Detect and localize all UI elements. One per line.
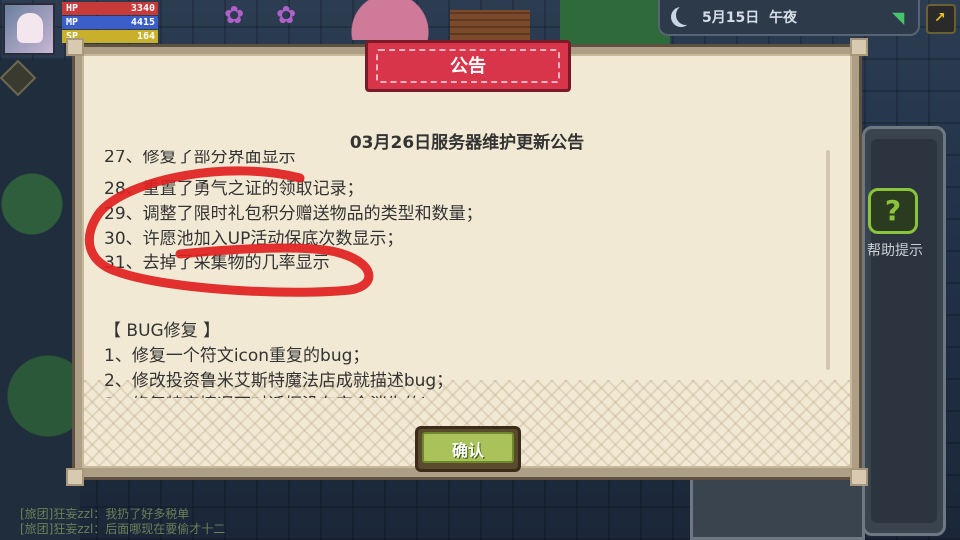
dialog-corner-deco <box>66 38 84 56</box>
bug-fix-heading: 【 BUG修复 】 <box>104 321 221 341</box>
mp-value: 4415 <box>130 17 155 28</box>
notice-content[interactable]: 27、修复了部分界面显示 28、重置了勇气之证的领取记录； 29、调整了限时礼包… <box>104 150 834 398</box>
help-label[interactable]: 帮助提示 <box>863 240 927 260</box>
date-time-panel: 5月15日 午夜 ◥ <box>658 0 920 36</box>
hp-value: 3340 <box>130 3 155 14</box>
wifi-icon: ◥ <box>892 8 905 27</box>
notice-line: 31、去掉了采集物的几率显示 <box>104 253 330 273</box>
mp-label: MP <box>66 17 79 28</box>
corner-menu-icon: ↗ <box>934 10 946 26</box>
background-blossom <box>330 0 450 40</box>
hp-label: HP <box>66 3 79 14</box>
dialog-corner-deco <box>850 468 868 486</box>
confirm-button-label: 确认 <box>451 441 484 460</box>
flower-icon: ✿ <box>276 1 297 29</box>
notice-line: 3、修复特定情况下对话框没有完全消失的bug； <box>104 390 470 398</box>
notice-scrollbar[interactable] <box>826 150 830 370</box>
sp-value: 164 <box>136 31 155 42</box>
background-flowers: ✿ ✿ <box>220 0 330 30</box>
notice-line: 29、调整了限时礼包积分赠送物品的类型和数量； <box>104 204 483 224</box>
moon-icon <box>676 5 696 25</box>
dialog-corner-deco <box>66 468 84 486</box>
background-house <box>450 10 530 40</box>
corner-menu-button[interactable]: ↗ <box>926 4 956 34</box>
chat-line[interactable]: [旅团]狂妄zzl：后面哪现在要偷才十二 <box>20 520 225 537</box>
bottom-panel <box>690 470 865 540</box>
mp-bar: MP 4415 <box>62 16 158 29</box>
notice-line: 28、重置了勇气之证的领取记录； <box>104 179 364 199</box>
notice-line: 2、修改投资鲁米艾斯特魔法店成就描述bug； <box>104 371 454 391</box>
time-of-day-text: 午夜 <box>768 10 797 26</box>
confirm-button[interactable]: 确认 <box>415 426 521 472</box>
help-icon[interactable]: ? <box>868 188 918 234</box>
date-text: 5月15日 <box>702 10 760 26</box>
notice-line: 30、许愿池加入UP活动保底次数显示； <box>104 229 404 249</box>
notice-line: 1、修复一个符文icon重复的bug； <box>104 346 370 366</box>
dialog-corner-deco <box>850 38 868 56</box>
dialog-header: 公告 <box>450 56 486 77</box>
player-avatar[interactable] <box>3 3 55 55</box>
hp-bar: HP 3340 <box>62 2 158 15</box>
notice-line: 27、修复了部分界面显示 <box>104 150 296 167</box>
flower-icon: ✿ <box>224 1 245 29</box>
